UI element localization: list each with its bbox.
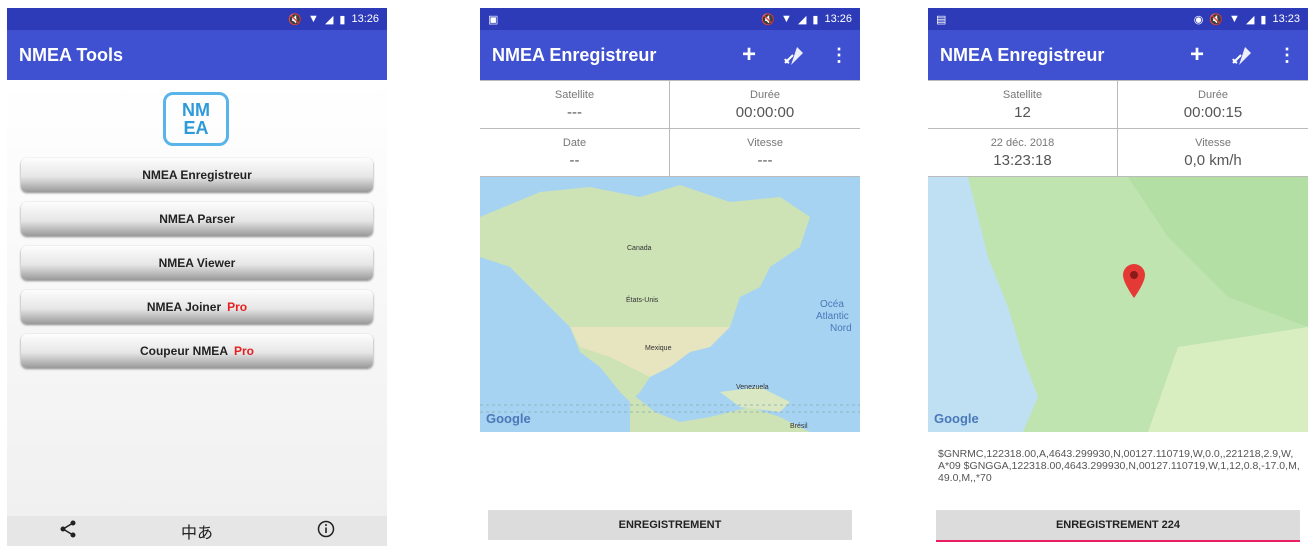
map-label-mexico: Mexique xyxy=(645,345,672,352)
map-label-venezuela: Venezuela xyxy=(736,384,769,391)
image-notification-icon: ▣ xyxy=(488,13,499,26)
map-label-brazil: Brésil xyxy=(790,423,808,430)
nmea-parser-button[interactable]: NMEA Parser xyxy=(21,202,373,236)
signal-icon: ◢ xyxy=(1245,13,1255,26)
map-label-ocean: Nord xyxy=(830,323,852,334)
date-stat: Date -- xyxy=(480,129,670,177)
wifi-icon: ▼ xyxy=(1229,13,1240,25)
nmea-output-text: $GNRMC,122318.00,A,4643.299930,N,00127.1… xyxy=(938,448,1300,484)
battery-icon: ▮ xyxy=(1260,13,1267,26)
add-icon[interactable]: + xyxy=(742,41,756,69)
speed-stat: Vitesse 0,0 km/h xyxy=(1118,129,1308,177)
satellite-stat: Satellite --- xyxy=(480,81,670,129)
satellite-icon[interactable] xyxy=(1230,44,1252,66)
location-icon: ◉ xyxy=(1193,13,1204,26)
record-button[interactable]: ENREGISTREMENT 224 xyxy=(936,510,1300,542)
message-notification-icon: ▤ xyxy=(936,13,947,26)
satellite-stat: Satellite 12 xyxy=(928,81,1118,129)
main-content: NM EA NMEA Enregistreur NMEA Parser NMEA… xyxy=(7,80,387,520)
signal-icon: ◢ xyxy=(324,13,334,26)
status-time: 13:26 xyxy=(824,13,852,25)
nmea-enregistreur-button[interactable]: NMEA Enregistreur xyxy=(21,158,373,192)
share-icon[interactable] xyxy=(59,520,77,543)
nmea-logo: NM EA xyxy=(163,92,229,146)
mute-icon: 🔇 xyxy=(288,13,303,26)
location-marker-icon[interactable] xyxy=(1121,263,1147,304)
app-bar: NMEA Tools xyxy=(7,30,387,80)
page-title: NMEA Enregistreur xyxy=(492,44,657,65)
translate-icon[interactable]: 中あ xyxy=(181,519,213,543)
wifi-icon: ▼ xyxy=(781,13,792,25)
battery-icon: ▮ xyxy=(339,13,346,26)
status-bar: ▤ ◉ 🔇 ▼ ◢ ▮ 13:23 xyxy=(928,8,1308,30)
recorder-screen-active: ▤ ◉ 🔇 ▼ ◢ ▮ 13:23 NMEA Enregistreur + ⋮ … xyxy=(928,8,1308,546)
pro-badge: Pro xyxy=(227,300,248,314)
map-graphic xyxy=(928,177,1308,432)
app-bar: NMEA Enregistreur + ⋮ xyxy=(480,30,860,80)
info-icon[interactable] xyxy=(317,520,335,543)
add-icon[interactable]: + xyxy=(1190,41,1204,69)
pro-badge: Pro xyxy=(233,344,254,358)
battery-icon: ▮ xyxy=(812,13,819,26)
page-title: NMEA Tools xyxy=(19,44,123,65)
duration-stat: Durée 00:00:15 xyxy=(1118,81,1308,129)
more-options-icon[interactable]: ⋮ xyxy=(830,45,848,66)
zoomed-map[interactable]: Google xyxy=(928,177,1308,432)
map-label-canada: Canada xyxy=(627,245,652,252)
mute-icon: 🔇 xyxy=(761,13,776,26)
date-stat: 22 déc. 2018 13:23:18 xyxy=(928,129,1118,177)
map-label-ocean: Océa xyxy=(820,299,844,310)
status-bar: 🔇 ▼ ◢ ▮ 13:26 xyxy=(7,8,387,30)
stats-grid: Satellite --- Durée 00:00:00 Date -- Vitess… xyxy=(480,80,860,177)
app-bar: NMEA Enregistreur + ⋮ xyxy=(928,30,1308,80)
nmea-joiner-button[interactable]: NMEA Joiner Pro xyxy=(21,290,373,324)
nmea-viewer-button[interactable]: NMEA Viewer xyxy=(21,246,373,280)
recorder-screen-idle: ▣ 🔇 ▼ ◢ ▮ 13:26 NMEA Enregistreur + ⋮ Sa… xyxy=(480,8,860,546)
page-title: NMEA Enregistreur xyxy=(940,44,1105,65)
status-time: 13:23 xyxy=(1272,13,1300,25)
satellite-icon[interactable] xyxy=(782,44,804,66)
speed-stat: Vitesse --- xyxy=(670,129,860,177)
status-time: 13:26 xyxy=(351,13,379,25)
bottom-nav: 中あ xyxy=(7,516,387,546)
wifi-icon: ▼ xyxy=(308,13,319,25)
nmea-tools-screen: 🔇 ▼ ◢ ▮ 13:26 NMEA Tools NM EA NMEA Enre… xyxy=(7,8,387,546)
status-bar: ▣ 🔇 ▼ ◢ ▮ 13:26 xyxy=(480,8,860,30)
duration-stat: Durée 00:00:00 xyxy=(670,81,860,129)
world-map[interactable]: Canada États-Unis Mexique Venezuela Océa… xyxy=(480,177,860,432)
map-label-usa: États-Unis xyxy=(626,297,659,304)
record-button[interactable]: ENREGISTREMENT xyxy=(488,510,852,540)
coupeur-nmea-button[interactable]: Coupeur NMEA Pro xyxy=(21,334,373,368)
map-graphic xyxy=(480,177,860,432)
stats-grid: Satellite 12 Durée 00:00:15 22 déc. 2018 13… xyxy=(928,80,1308,177)
google-logo: Google xyxy=(486,411,531,426)
more-options-icon[interactable]: ⋮ xyxy=(1278,45,1296,66)
signal-icon: ◢ xyxy=(797,13,807,26)
google-logo: Google xyxy=(934,411,979,426)
map-label-ocean: Atlantic xyxy=(816,311,849,322)
mute-icon: 🔇 xyxy=(1209,13,1224,26)
